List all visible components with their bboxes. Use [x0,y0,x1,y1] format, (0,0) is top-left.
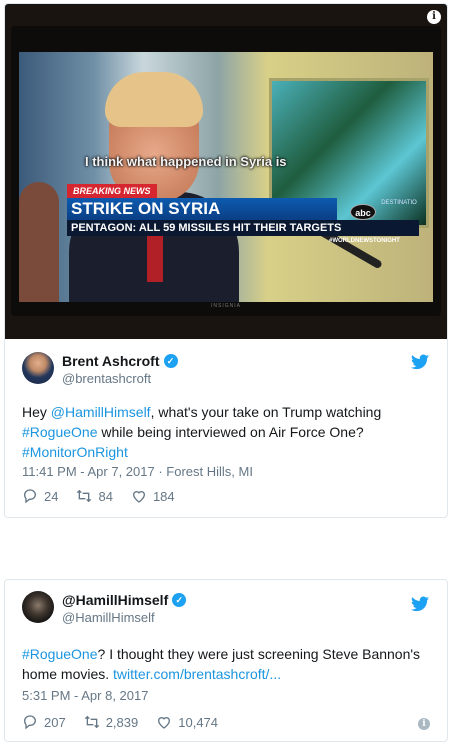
destination-label: DESTINATIO [381,200,417,206]
reply-icon [23,715,37,730]
author-name[interactable]: Brent Ashcroft [62,353,160,369]
like-button[interactable]: 184 [131,488,175,504]
tweet-actions: 24 84 184 [22,488,193,504]
tweet-text-part: Hey [22,404,51,420]
hashtag-link[interactable]: #RogueOne [22,424,98,440]
tweet-text: Hey @HamillHimself, what's your take on … [22,402,432,462]
heart-icon [158,717,171,729]
tweet-card-hamill[interactable]: @HamillHimself ✓ @HamillHimself #RogueOn… [4,579,448,742]
tweet-text-part: , what's your take on Trump watching [150,404,382,420]
info-icon[interactable]: i [427,10,441,24]
url-link[interactable]: twitter.com/brentashcroft/... [113,666,281,682]
reply-count: 24 [44,488,59,504]
tweet-photo[interactable]: I think what happened in Syria is BREAKI… [5,4,447,339]
retweet-button[interactable]: 2,839 [84,714,139,730]
info-icon[interactable]: i [418,718,430,730]
news-subline: PENTAGON: ALL 59 MISSILES HIT THEIR TARG… [67,220,419,236]
avatar[interactable] [22,352,54,384]
verified-badge-icon: ✓ [172,593,187,607]
tweet-card-brent-ashcroft[interactable]: I think what happened in Syria is BREAKI… [4,3,448,518]
news-headline: STRIKE ON SYRIA [67,198,337,220]
news-ticker: BREAKING NEWS STRIKE ON SYRIA PENTAGON: … [67,184,419,250]
tweet-header: @HamillHimself ✓ @HamillHimself [5,580,447,626]
retweet-count: 2,839 [105,714,139,730]
author-handle[interactable]: @brentashcroft [62,371,178,386]
author-block[interactable]: Brent Ashcroft ✓ @brentashcroft [62,353,178,386]
like-count: 184 [152,488,175,504]
tweet-text-part: while being interviewed on Air Force One… [97,424,364,440]
hashtag-link[interactable]: #RogueOne [22,646,98,662]
tv-screen [19,52,433,302]
caption-subtitle: I think what happened in Syria is [85,154,287,169]
hashtag-link[interactable]: #MonitorOnRight [22,444,128,460]
retweet-button[interactable]: 84 [76,488,113,504]
retweet-icon [84,715,99,729]
network-logo: abc [350,204,376,220]
author-name[interactable]: @HamillHimself [62,592,168,608]
show-tag: #WORLDNEWSTONIGHT [329,238,400,244]
twitter-bird-icon[interactable] [411,596,429,612]
heart-icon [132,491,145,503]
tv-brand: INSIGNIA [211,303,241,309]
author-block[interactable]: @HamillHimself ✓ @HamillHimself [62,592,187,625]
like-button[interactable]: 10,474 [156,714,218,730]
retweet-count: 84 [98,488,113,504]
author-handle[interactable]: @HamillHimself [62,610,186,625]
tweet-header: Brent Ashcroft ✓ @brentashcroft [5,339,447,386]
tweet-text: #RogueOne? I thought they were just scre… [22,644,432,684]
reporter-silhouette [19,182,59,302]
reply-icon [23,489,37,504]
verified-badge-icon: ✓ [163,354,178,368]
tweet-timestamp[interactable]: 11:41 PM - Apr 7, 2017 · Forest Hills, M… [22,464,253,479]
reply-button[interactable]: 24 [22,488,58,504]
retweet-icon [77,489,92,503]
hair-shape [105,72,203,127]
mention-link[interactable]: @HamillHimself [51,404,151,420]
reply-button[interactable]: 207 [22,714,66,730]
tweet-actions: 207 2,839 10,474 [22,714,236,730]
twitter-bird-icon[interactable] [411,354,429,370]
like-count: 10,474 [178,714,219,730]
tweet-timestamp[interactable]: 5:31 PM - Apr 8, 2017 [22,688,148,703]
breaking-news-label: BREAKING NEWS [67,184,157,198]
avatar[interactable] [22,591,54,623]
reply-count: 207 [44,714,66,730]
